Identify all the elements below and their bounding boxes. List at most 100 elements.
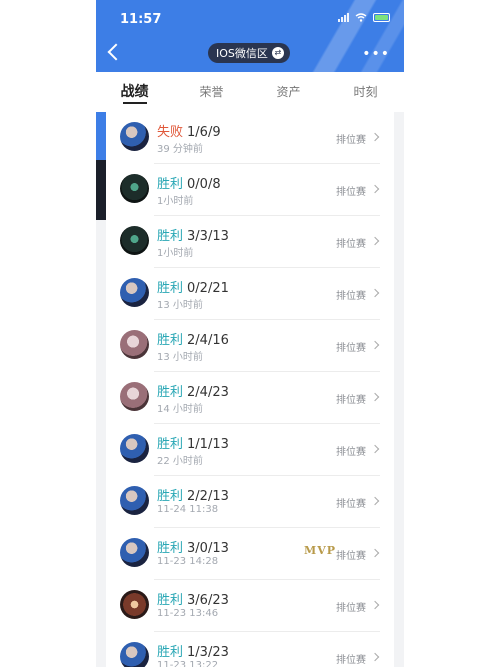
hero-avatar bbox=[120, 226, 149, 255]
match-list: 失败 1/6/9 39 分钟前 排位赛 胜利 0/0/8 1小时前 排位赛 胜利 3/3/13 1小… bbox=[106, 112, 394, 667]
hero-avatar bbox=[120, 538, 149, 567]
hero-avatar bbox=[120, 642, 149, 667]
kda-value: 3/0/13 bbox=[187, 541, 229, 556]
chevron-right-icon bbox=[370, 236, 380, 246]
hero-avatar bbox=[120, 174, 149, 203]
result-label: 胜利 bbox=[157, 177, 184, 192]
kda-value: 0/2/21 bbox=[187, 281, 229, 296]
tab-bar: 战绩 荣誉 资产 时刻 bbox=[96, 72, 404, 112]
kda-value: 2/2/13 bbox=[187, 489, 229, 504]
result-label: 胜利 bbox=[157, 593, 184, 608]
kda-value: 1/6/9 bbox=[187, 125, 221, 140]
match-time: 1小时前 bbox=[157, 196, 194, 207]
match-row[interactable]: 胜利 3/0/13 11-23 14:28 MVP 排位赛 bbox=[106, 528, 394, 580]
chevron-right-icon bbox=[370, 548, 380, 558]
app-header: 11:57 IOS微信区 ⇄ ••• bbox=[96, 0, 404, 72]
kda-value: 2/4/16 bbox=[187, 333, 229, 348]
status-icons bbox=[338, 13, 390, 22]
kda-value: 1/3/23 bbox=[187, 645, 229, 660]
match-time: 13 小时前 bbox=[157, 352, 203, 363]
match-result: 胜利 2/4/23 bbox=[157, 381, 229, 400]
match-time: 11-23 14:28 bbox=[157, 556, 219, 567]
match-mode: 排位赛 bbox=[336, 499, 366, 510]
hero-avatar bbox=[120, 278, 149, 307]
match-row[interactable]: 失败 1/6/9 39 分钟前 排位赛 bbox=[106, 112, 394, 164]
hero-avatar bbox=[120, 330, 149, 359]
match-time: 22 小时前 bbox=[157, 456, 203, 467]
chevron-right-icon bbox=[370, 600, 380, 610]
result-label: 胜利 bbox=[157, 333, 184, 348]
match-result: 胜利 1/3/23 bbox=[157, 641, 229, 660]
result-label: 胜利 bbox=[157, 541, 184, 556]
hero-avatar bbox=[120, 434, 149, 463]
tab-honor[interactable]: 荣誉 bbox=[173, 72, 250, 112]
match-row[interactable]: 胜利 2/2/13 11-24 11:38 排位赛 bbox=[106, 476, 394, 528]
match-result: 胜利 0/2/21 bbox=[157, 277, 229, 296]
chevron-right-icon bbox=[370, 652, 380, 662]
match-time: 11-23 13:22 bbox=[157, 660, 219, 667]
match-mode: 排位赛 bbox=[336, 447, 366, 458]
match-row[interactable]: 胜利 0/0/8 1小时前 排位赛 bbox=[106, 164, 394, 216]
match-time: 11-24 11:38 bbox=[157, 504, 219, 515]
chevron-right-icon bbox=[370, 132, 380, 142]
match-time: 11-23 13:46 bbox=[157, 608, 219, 619]
match-mode: 排位赛 bbox=[336, 239, 366, 250]
region-switch-button[interactable]: IOS微信区 ⇄ bbox=[208, 43, 290, 63]
match-row[interactable]: 胜利 3/3/13 1小时前 排位赛 bbox=[106, 216, 394, 268]
kda-value: 2/4/23 bbox=[187, 385, 229, 400]
chevron-right-icon bbox=[370, 444, 380, 454]
hero-avatar bbox=[120, 590, 149, 619]
chevron-right-icon bbox=[370, 496, 380, 506]
swap-icon: ⇄ bbox=[271, 47, 284, 59]
match-mode: 排位赛 bbox=[336, 551, 366, 562]
hero-avatar bbox=[120, 486, 149, 515]
match-result: 胜利 1/1/13 bbox=[157, 433, 229, 452]
wifi-icon bbox=[355, 13, 367, 22]
result-label: 胜利 bbox=[157, 489, 184, 504]
match-mode: 排位赛 bbox=[336, 291, 366, 302]
match-mode: 排位赛 bbox=[336, 655, 366, 666]
kda-value: 3/6/23 bbox=[187, 593, 229, 608]
result-label: 胜利 bbox=[157, 281, 184, 296]
match-time: 13 小时前 bbox=[157, 300, 203, 311]
tab-record[interactable]: 战绩 bbox=[96, 72, 173, 112]
match-row[interactable]: 胜利 1/3/23 11-23 13:22 排位赛 bbox=[106, 632, 394, 667]
region-label: IOS微信区 bbox=[216, 47, 268, 60]
match-time: 14 小时前 bbox=[157, 404, 203, 415]
phone-screen: 11:57 IOS微信区 ⇄ ••• 战绩 荣誉 资产 时刻 失败 1/6/9 39… bbox=[96, 0, 404, 667]
chevron-right-icon bbox=[370, 184, 380, 194]
result-label: 胜利 bbox=[157, 645, 184, 660]
hero-avatar bbox=[120, 122, 149, 151]
battery-icon bbox=[373, 13, 390, 22]
match-row[interactable]: 胜利 1/1/13 22 小时前 排位赛 bbox=[106, 424, 394, 476]
match-row[interactable]: 胜利 0/2/21 13 小时前 排位赛 bbox=[106, 268, 394, 320]
result-label: 胜利 bbox=[157, 229, 184, 244]
mvp-badge: MVP bbox=[304, 544, 336, 557]
match-row[interactable]: 胜利 2/4/16 13 小时前 排位赛 bbox=[106, 320, 394, 372]
kda-value: 3/3/13 bbox=[187, 229, 229, 244]
tab-moments[interactable]: 时刻 bbox=[327, 72, 404, 112]
status-time: 11:57 bbox=[120, 12, 162, 27]
match-mode: 排位赛 bbox=[336, 343, 366, 354]
result-label: 胜利 bbox=[157, 385, 184, 400]
match-row[interactable]: 胜利 3/6/23 11-23 13:46 排位赛 bbox=[106, 580, 394, 632]
kda-value: 0/0/8 bbox=[187, 177, 221, 192]
match-result: 失败 1/6/9 bbox=[157, 121, 221, 140]
hero-avatar bbox=[120, 382, 149, 411]
match-result: 胜利 2/2/13 bbox=[157, 485, 229, 504]
tab-assets[interactable]: 资产 bbox=[250, 72, 327, 112]
match-time: 1小时前 bbox=[157, 248, 194, 259]
match-row[interactable]: 胜利 2/4/23 14 小时前 排位赛 bbox=[106, 372, 394, 424]
chevron-right-icon bbox=[370, 392, 380, 402]
result-label: 胜利 bbox=[157, 437, 184, 452]
match-result: 胜利 0/0/8 bbox=[157, 173, 221, 192]
match-result: 胜利 3/6/23 bbox=[157, 589, 229, 608]
kda-value: 1/1/13 bbox=[187, 437, 229, 452]
match-result: 胜利 3/3/13 bbox=[157, 225, 229, 244]
match-mode: 排位赛 bbox=[336, 603, 366, 614]
back-icon[interactable] bbox=[107, 43, 125, 61]
match-result: 胜利 2/4/16 bbox=[157, 329, 229, 348]
match-result: 胜利 3/0/13 bbox=[157, 537, 229, 556]
result-label: 失败 bbox=[157, 125, 184, 140]
more-icon[interactable]: ••• bbox=[362, 46, 390, 62]
